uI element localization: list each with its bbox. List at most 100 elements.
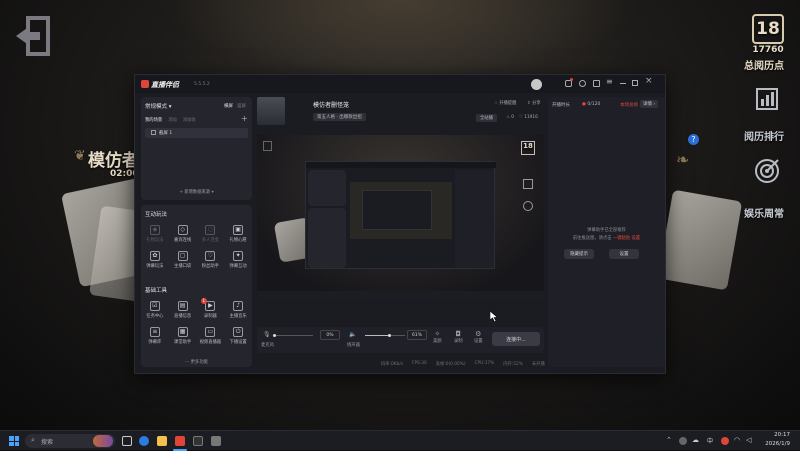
end-live-item[interactable]: ⏻ 下播设置 <box>224 327 252 345</box>
edge-icon[interactable] <box>139 436 149 446</box>
maximize-icon[interactable] <box>632 80 638 86</box>
classroom-item[interactable]: ▦ 课堂助手 <box>169 327 197 345</box>
right-msg-link[interactable]: 一键粘贴 <box>613 236 630 241</box>
guest-link-item[interactable]: ◇ 嘉宾连线 <box>169 225 197 243</box>
close-icon[interactable]: × <box>645 76 653 86</box>
remind-button[interactable]: ♢ 开播提醒 <box>494 100 516 106</box>
tray-chevron-icon[interactable]: ⌃ <box>666 436 672 444</box>
preview-target-icon <box>523 201 533 211</box>
laurel-right-icon: ❧ <box>676 150 690 169</box>
start-live-button[interactable]: 连接中... <box>492 332 540 346</box>
hide-tip-button[interactable]: 隐藏提示 <box>564 249 594 259</box>
game-card-right <box>657 189 743 291</box>
add-source-button[interactable]: + 新增数据来源 ▾ <box>141 189 252 195</box>
gift-wish-item[interactable]: ▣ 礼物心愿 <box>224 225 252 243</box>
record-button[interactable]: ◘ 录制 <box>454 330 463 344</box>
minimize-icon[interactable] <box>620 83 626 84</box>
terminal-icon[interactable] <box>193 436 203 446</box>
interactive-grid: ◆ 礼物玩法 ◇ 嘉宾连线 ○ 多人连麦 ▣ 礼物心愿 ✿ 弹幕玩法 ▢ 主播口袋 ♡ 粉丝助… <box>141 225 252 269</box>
rank-label[interactable]: 阅历排行 <box>744 128 784 143</box>
mic-icon[interactable]: 🎙 <box>263 331 271 338</box>
explorer-icon[interactable] <box>157 436 167 446</box>
fan-helper-item[interactable]: ♡ 粉丝助手 <box>197 251 225 269</box>
speaker-icon[interactable]: 🔈 <box>349 331 356 338</box>
more-button[interactable]: ··· 更多功能 <box>141 359 252 365</box>
video-item[interactable]: ▭ 视频直播器 <box>197 327 225 345</box>
record-cam-icon: ◘ <box>455 330 462 338</box>
help-icon[interactable]: ? <box>688 134 699 145</box>
multi-mic-item[interactable]: ○ 多人连麦 <box>197 225 225 243</box>
scene-tab[interactable]: 添加收 <box>183 117 196 123</box>
mic-label: 麦克风 <box>261 343 274 348</box>
right-more-button[interactable]: 详情 › <box>640 100 659 108</box>
scene-tab[interactable]: 添加 <box>168 117 177 123</box>
scene-item[interactable]: 截屏 1 <box>145 128 248 138</box>
add-scene-icon[interactable]: + <box>241 114 248 123</box>
scene-item-label: 截屏 1 <box>159 131 173 136</box>
like-count: ♨ 0 <box>506 115 514 120</box>
mic-value[interactable]: 0% <box>320 330 340 340</box>
app-icon[interactable] <box>211 436 221 446</box>
title-bar: 直播伴侣 5.5.5.2 ≡ × <box>135 75 665 93</box>
tray-app-icon[interactable] <box>679 437 687 445</box>
speaker-slider[interactable] <box>365 333 405 337</box>
message-icon[interactable] <box>565 80 572 87</box>
music-item[interactable]: ♪ 主播音乐 <box>224 301 252 319</box>
ime-indicator[interactable]: 中 <box>707 436 713 445</box>
danmaku-lib-item[interactable]: ≡ 弹幕库 <box>141 327 169 345</box>
laurel-left-icon: ❦ <box>74 148 86 164</box>
wifi-icon[interactable]: ◠ <box>734 436 740 444</box>
category-tag[interactable]: 第五人格 · 出哪款出招 <box>313 113 366 121</box>
nested-right-panel <box>455 170 494 268</box>
feedback-icon[interactable] <box>593 80 600 87</box>
right-rank[interactable]: 本场总榜 <box>620 102 638 108</box>
mode-tab-landscape[interactable]: 横屏 <box>224 103 233 109</box>
volume-icon[interactable]: ◁ <box>746 436 751 444</box>
task-center-item[interactable]: ☑ 任务中心 <box>141 301 169 319</box>
pocket-item[interactable]: ▢ 主播口袋 <box>169 251 197 269</box>
right-msg-link2[interactable]: 设置 <box>632 236 641 241</box>
clock-time[interactable]: 20:17 <box>768 432 790 438</box>
speaker-label: 扬声器 <box>347 343 360 348</box>
mic-slider[interactable] <box>273 333 313 337</box>
speaker-value[interactable]: 61% <box>407 330 427 340</box>
music-icon: ♪ <box>233 301 244 311</box>
live-companion-taskbar-icon[interactable] <box>175 436 185 446</box>
task-view-icon[interactable] <box>122 436 132 446</box>
live-info-item[interactable]: ▤ 直播信息 1 <box>169 298 207 319</box>
target-icon[interactable] <box>754 158 780 184</box>
windows-start-icon[interactable] <box>9 436 19 446</box>
recorder-item[interactable]: ▶ 录制器 <box>197 301 225 319</box>
exit-icon[interactable] <box>14 16 52 56</box>
right-settings-button[interactable]: 设置 <box>609 249 639 259</box>
tray-cloud-icon[interactable]: ☁ <box>692 436 699 444</box>
preview-canvas[interactable]: 18 <box>257 135 544 299</box>
info-icon: ▤ <box>177 301 188 311</box>
help-circle-icon[interactable] <box>579 80 586 87</box>
mouse-cursor-icon <box>489 307 499 326</box>
taskbar-search[interactable]: ⌕ 搜索 <box>25 434 115 448</box>
scene-tab[interactable]: 我的场景 <box>145 117 162 123</box>
user-avatar[interactable] <box>531 79 542 90</box>
rank-icon[interactable] <box>755 87 779 111</box>
mode-tab-portrait[interactable]: 竖屏 <box>237 103 246 109</box>
gift-play-item[interactable]: ◆ 礼物玩法 <box>141 225 169 243</box>
beauty-button[interactable]: ✧ 美颜 <box>433 330 442 344</box>
nested-app <box>305 161 496 269</box>
tray-red-icon[interactable] <box>721 437 729 445</box>
clock-date[interactable]: 2026/1/9 <box>762 441 790 447</box>
power-icon: ⏻ <box>233 327 244 337</box>
mode-select[interactable]: 常规模式 ▾ <box>145 102 172 110</box>
status-mem: 内存:52% <box>503 362 523 367</box>
app-version: 5.5.5.2 <box>194 82 210 87</box>
danmaku-play-item[interactable]: ✿ 弹幕玩法 <box>141 251 169 269</box>
weekly-label[interactable]: 娱乐周常 <box>744 205 784 220</box>
status-bitrate: 码率:0Kb/s <box>381 362 404 367</box>
danmaku-interact-item[interactable]: ✦ 弹幕互动 <box>224 251 252 269</box>
ambient-light <box>160 0 640 80</box>
settings-button[interactable]: ⚙ 设置 <box>474 330 483 344</box>
stream-cover[interactable] <box>257 97 285 125</box>
status-live: 未开播 <box>531 362 545 367</box>
menu-icon[interactable]: ≡ <box>606 77 613 86</box>
share-button[interactable]: ⇪ 分享 <box>527 100 541 106</box>
